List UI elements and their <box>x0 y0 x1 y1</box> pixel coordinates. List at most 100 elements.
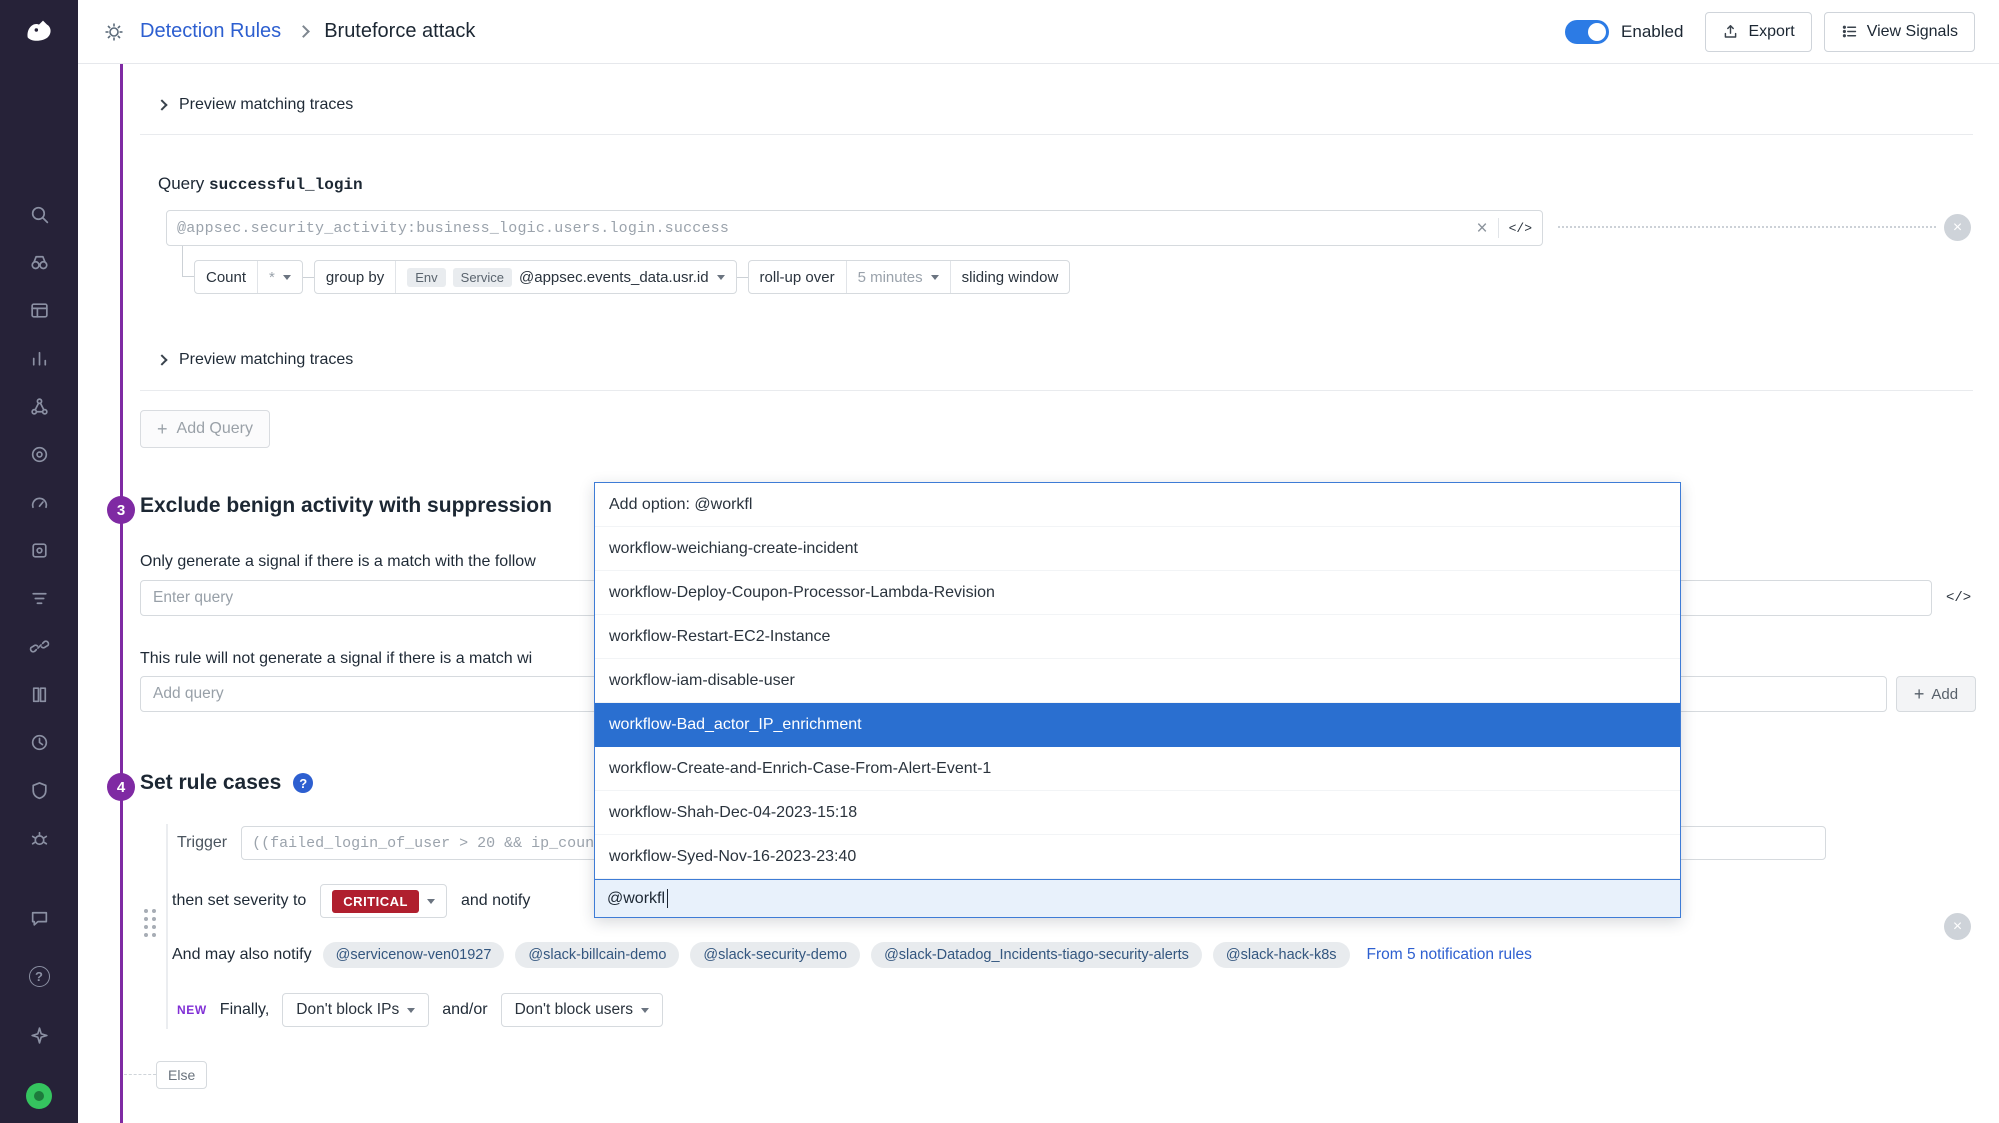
query-word: Query <box>158 174 204 193</box>
add-query-label: Add Query <box>177 420 253 438</box>
finally-row: NEW Finally, Don't block IPs and/or Don'… <box>177 993 663 1027</box>
joint-line <box>737 277 748 278</box>
dropdown-option-highlighted[interactable]: workflow-Bad_actor_IP_enrichment <box>595 703 1680 747</box>
monitors-gauge-icon[interactable] <box>15 478 63 526</box>
severity-dropdown[interactable]: CRITICAL <box>320 884 447 918</box>
notify-pill[interactable]: @slack-billcain-demo <box>515 942 679 968</box>
service-map-icon[interactable] <box>15 382 63 430</box>
plus-icon: + <box>1914 685 1925 703</box>
preview-matching-traces-toggle-bottom[interactable]: Preview matching traces <box>158 351 353 369</box>
chevron-right-icon <box>156 99 167 110</box>
aggregation-row: Count * group by Env Service @appsec.eve… <box>194 260 1070 294</box>
breadcrumb-detection-rules[interactable]: Detection Rules <box>140 20 281 43</box>
code-view-icon[interactable]: </> <box>1509 221 1532 236</box>
dropdown-option[interactable]: workflow-Shah-Dec-04-2023-15:18 <box>595 791 1680 835</box>
dropdown-option[interactable]: workflow-Deploy-Coupon-Processor-Lambda-… <box>595 571 1680 615</box>
chat-icon[interactable] <box>15 894 63 942</box>
security-query-input[interactable]: @appsec.security_activity:business_logic… <box>166 210 1543 246</box>
dropdown-option[interactable]: workflow-Restart-EC2-Instance <box>595 615 1680 659</box>
page-title: Bruteforce attack <box>324 20 475 43</box>
query-value: @appsec.security_activity:business_logic… <box>177 220 729 237</box>
dropdown-option[interactable]: workflow-Create-and-Enrich-Case-From-Ale… <box>595 747 1680 791</box>
notebooks-icon[interactable] <box>15 670 63 718</box>
help-icon[interactable]: ? <box>29 966 50 987</box>
status-green-icon[interactable] <box>26 1083 52 1109</box>
dropdown-option-add[interactable]: Add option: @workfl <box>595 483 1680 527</box>
watchdog-icon[interactable] <box>15 238 63 286</box>
remove-case-button[interactable]: × <box>1944 913 1971 940</box>
preview-matching-traces-toggle-top[interactable]: Preview matching traces <box>158 96 353 114</box>
datadog-logo-icon[interactable] <box>0 0 78 64</box>
rollup-label: roll-up over <box>749 261 846 293</box>
synthetics-target-icon[interactable] <box>15 430 63 478</box>
notify-pill[interactable]: @slack-hack-k8s <box>1213 942 1350 968</box>
severity-prefix: then set severity to <box>172 892 306 910</box>
log-pipelines-icon[interactable] <box>15 574 63 622</box>
notify-combobox-input[interactable]: @workfl <box>595 879 1680 917</box>
group-by-field-dropdown[interactable]: Env Service @appsec.events_data.usr.id <box>395 261 735 293</box>
ci-clock-icon[interactable] <box>15 718 63 766</box>
block-users-value: Don't block users <box>515 1001 633 1019</box>
rule-cases-title-text: Set rule cases <box>140 771 281 795</box>
view-signals-button[interactable]: View Signals <box>1824 12 1975 52</box>
severity-row: then set severity to CRITICAL and notify <box>172 884 530 918</box>
dropdown-option[interactable]: workflow-Syed-Nov-16-2023-23:40 <box>595 835 1680 879</box>
enabled-toggle[interactable] <box>1565 20 1609 44</box>
security-shield-icon[interactable] <box>15 766 63 814</box>
count-arg-dropdown[interactable]: * <box>257 261 302 293</box>
gear-icon[interactable] <box>102 20 126 44</box>
view-signals-label: View Signals <box>1867 23 1958 41</box>
query-title: Query successful_login <box>158 174 363 194</box>
dashboards-icon[interactable] <box>15 286 63 334</box>
notify-pill[interactable]: @slack-Datadog_Incidents-tiago-security-… <box>871 942 1202 968</box>
search-icon[interactable] <box>15 190 63 238</box>
andor-label: and/or <box>442 1001 487 1019</box>
code-view-icon[interactable]: </> <box>1946 590 1971 606</box>
count-aggregation-control[interactable]: Count * <box>194 260 303 294</box>
dropdown-option[interactable]: workflow-iam-disable-user <box>595 659 1680 703</box>
clear-query-icon[interactable]: × <box>1476 219 1487 238</box>
rule-cases-section-title: Set rule cases ? <box>140 771 313 795</box>
export-button[interactable]: Export <box>1705 12 1811 52</box>
count-label[interactable]: Count <box>195 261 257 293</box>
group-by-control[interactable]: group by Env Service @appsec.events_data… <box>314 260 737 294</box>
step-3-badge: 3 <box>107 496 135 524</box>
finally-label: Finally, <box>220 1001 270 1019</box>
remove-query-button[interactable]: × <box>1944 214 1971 241</box>
rollup-value-dropdown[interactable]: 5 minutes <box>846 261 950 293</box>
chevron-down-icon <box>717 275 725 280</box>
dropdown-option[interactable]: workflow-weichiang-create-incident <box>595 527 1680 571</box>
add-query-button[interactable]: + Add Query <box>140 410 270 448</box>
sliding-window-label[interactable]: sliding window <box>950 261 1070 293</box>
metrics-icon[interactable] <box>15 334 63 382</box>
chevron-down-icon <box>283 275 291 280</box>
chevron-right-icon <box>297 25 310 38</box>
group-chip-env: Env <box>407 268 445 287</box>
notify-input-value: @workfl <box>607 890 665 908</box>
ai-sparkle-icon[interactable] <box>15 1011 63 1059</box>
plus-icon: + <box>157 420 168 438</box>
help-icon[interactable]: ? <box>293 773 313 793</box>
preview-label: Preview matching traces <box>179 96 353 114</box>
rollup-control[interactable]: roll-up over 5 minutes sliding window <box>748 260 1071 294</box>
block-users-dropdown[interactable]: Don't block users <box>501 993 663 1027</box>
threat-bug-icon[interactable] <box>15 814 63 862</box>
add-suppression-button[interactable]: + Add <box>1896 676 1976 712</box>
dashed-connector <box>1558 226 1936 228</box>
block-ips-dropdown[interactable]: Don't block IPs <box>282 993 429 1027</box>
query-input-icons: × </> <box>1476 218 1532 238</box>
apm-link-icon[interactable] <box>15 622 63 670</box>
notification-rules-link[interactable]: From 5 notification rules <box>1367 946 1532 964</box>
chevron-down-icon <box>931 275 939 280</box>
chevron-down-icon <box>407 1008 415 1013</box>
workflow-autocomplete-dropdown: Add option: @workfl workflow-weichiang-c… <box>594 482 1681 918</box>
notify-pill[interactable]: @slack-security-demo <box>690 942 860 968</box>
export-label: Export <box>1748 23 1794 41</box>
case-drag-handle[interactable] <box>144 909 156 937</box>
list-icon <box>1841 23 1858 40</box>
integrations-icon[interactable] <box>15 526 63 574</box>
also-notify-row: And may also notify @servicenow-ven01927… <box>172 942 1532 968</box>
severity-badge: CRITICAL <box>332 890 419 913</box>
notify-pill[interactable]: @servicenow-ven01927 <box>323 942 505 968</box>
group-field-value: @appsec.events_data.usr.id <box>519 269 709 286</box>
